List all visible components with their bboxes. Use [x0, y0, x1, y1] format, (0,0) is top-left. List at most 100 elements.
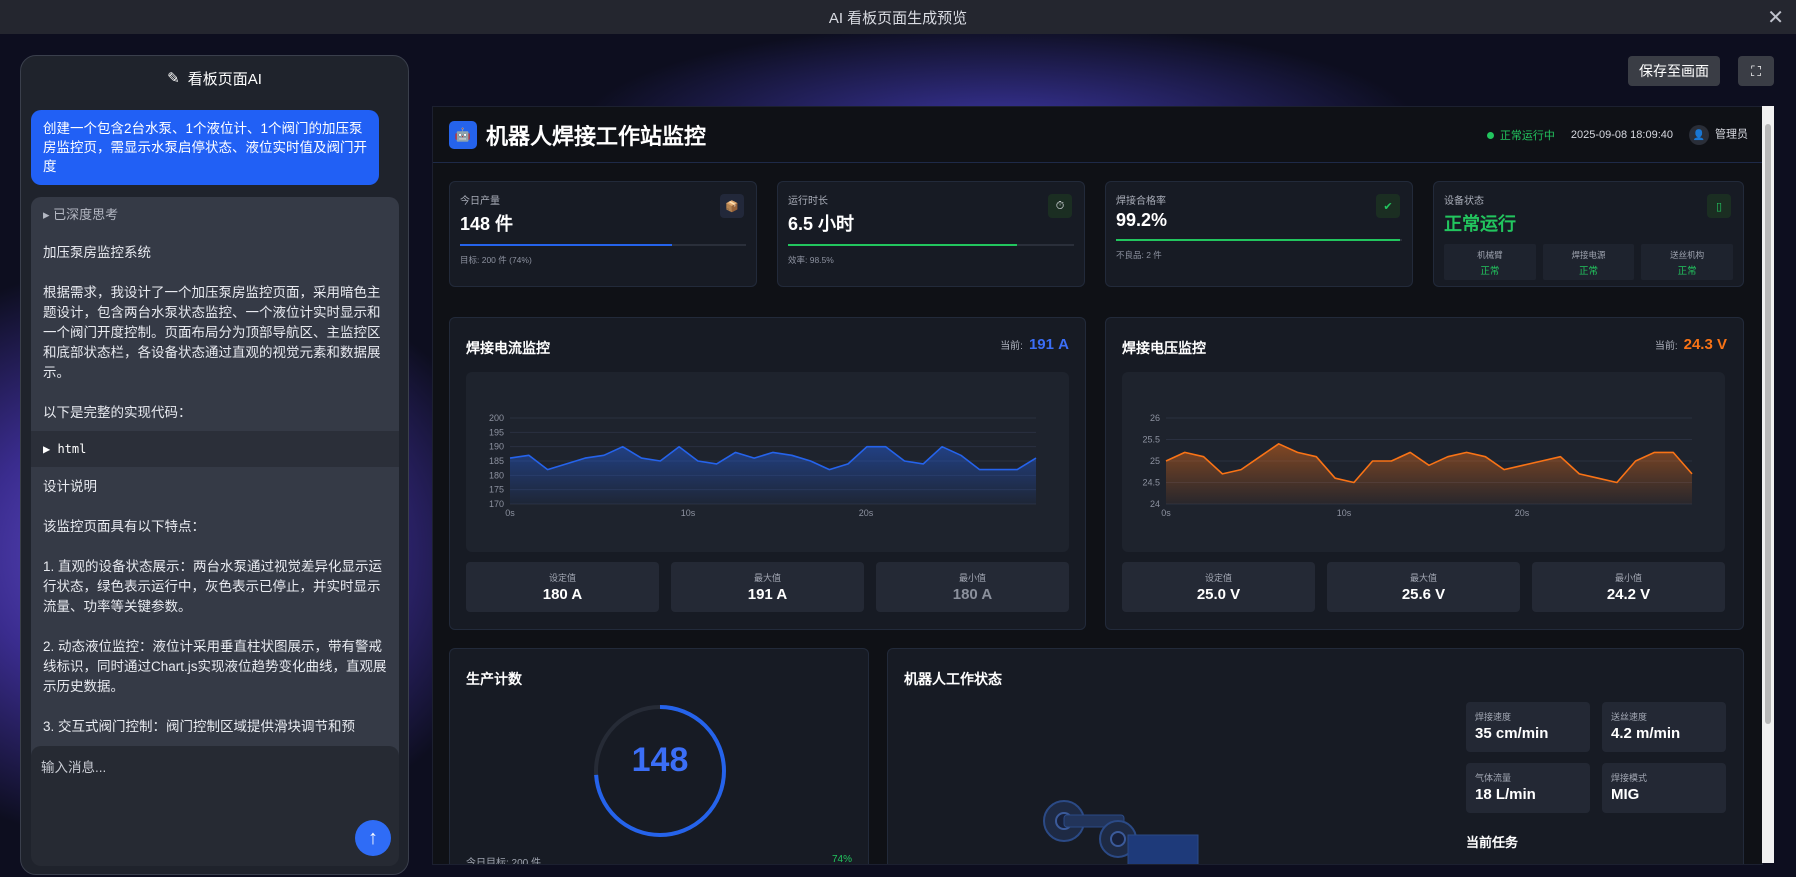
fullscreen-button[interactable]: ⛶ — [1738, 56, 1774, 86]
panel-title: 生产计数 — [466, 671, 522, 687]
user-message: 创建一个包含2台水泵、1个液位计、1个阀门的加压泵房监控页，需显示水泵启停状态、… — [31, 110, 379, 185]
kpi-value: 99.2% — [1116, 210, 1168, 230]
code-block-toggle[interactable]: ▶ html — [31, 431, 399, 467]
voltage-reading: 当前: 24.3 V — [1654, 336, 1727, 353]
message-placeholder: 输入消息... — [41, 760, 107, 775]
kpi-sub: 目标: 200 件 (74%) — [460, 255, 532, 265]
kpi-progress — [788, 244, 1074, 246]
user-menu[interactable]: 👤 管理员 — [1689, 125, 1748, 145]
production-count-value: 148 — [631, 741, 689, 779]
series-area — [510, 446, 1036, 504]
y-tick-label: 170 — [489, 499, 504, 509]
welding-current-panel: 焊接电流监控 当前: 191 A 170 175 180 185 190 195 200 0s 1… — [449, 317, 1086, 630]
panel-title: 焊接电流监控 — [466, 340, 550, 356]
arrow-up-icon: ↑ — [368, 826, 378, 849]
device-item: 焊接电源 正常 — [1542, 244, 1635, 280]
status-dot-icon — [1486, 132, 1494, 139]
current-reading: 当前: 191 A — [1000, 336, 1069, 353]
stat-setpoint: 设定值 25.0 V — [1122, 562, 1315, 612]
kpi-value: 6.5 小时 — [788, 214, 855, 234]
kpi-sub: 效率: 98.5% — [788, 255, 834, 265]
stat-min: 最小值 24.2 V — [1532, 562, 1725, 612]
stat-max: 最大值 191 A — [671, 562, 864, 612]
y-tick-label: 180 — [489, 470, 504, 480]
ai-chat-panel: ✎ 看板页面AI 创建一个包含2台水泵、1个液位计、1个阀门的加压泵房监控页，需… — [20, 55, 409, 875]
y-tick-label: 200 — [489, 413, 504, 423]
message-input[interactable]: 输入消息... ↑ — [31, 746, 399, 866]
dashboard-preview: 🤖 机器人焊接工作站监控 正常运行中 2025-09-08 18:09:40 👤… — [432, 106, 1763, 865]
production-count-panel: 生产计数 148 今日目标: 200 件 74% — [449, 648, 869, 865]
kpi-label: 焊接合格率 — [1116, 196, 1166, 207]
window-title: AI 看板页面生成预览 — [828, 9, 968, 27]
param-wire-speed: 送丝速度 4.2 m/min — [1602, 702, 1726, 752]
kpi-progress — [460, 244, 746, 246]
x-tick-label: 20s — [859, 508, 874, 518]
save-to-screen-button[interactable]: 保存至画面 — [1628, 56, 1720, 86]
user-icon: 👤 — [1689, 125, 1709, 145]
x-tick-label: 10s — [1337, 508, 1352, 518]
dashboard-title: 机器人焊接工作站监控 — [486, 123, 707, 149]
voltage-chart: 24 24.5 25 25.5 26 0s 10s 20s — [1122, 372, 1725, 552]
ai-paragraph: 以下是完整的实现代码： — [43, 405, 192, 420]
voltage-line-chart: 24 24.5 25 25.5 26 0s 10s 20s — [1142, 413, 1693, 518]
production-target: 今日目标: 200 件 — [466, 858, 542, 865]
y-tick-label: 24 — [1150, 499, 1160, 509]
device-item: 送丝机构 正常 — [1641, 244, 1734, 280]
y-tick-label: 195 — [489, 427, 504, 437]
panel-title: 机器人工作状态 — [904, 671, 1002, 687]
ai-paragraph: 设计说明 — [43, 479, 97, 494]
robot-status-panel: 机器人工作状态 焊接速度 35 cm/min 送丝速度 4.2 m/min 气体流量… — [887, 648, 1744, 864]
kpi-card-runtime: 运行时长 6.5 小时 效率: 98.5% ⏱ — [777, 181, 1085, 287]
ai-message: ▸ 已深度思考 加压泵房监控系统 根据需求，我设计了一个加压泵房监控页面，采用暗… — [31, 197, 399, 802]
device-item: 机械臂 正常 — [1444, 244, 1536, 280]
box-icon: 📦 — [720, 194, 744, 218]
y-tick-label: 25 — [1150, 456, 1160, 466]
panel-title: 焊接电压监控 — [1122, 340, 1206, 356]
welding-voltage-panel: 焊接电压监控 当前: 24.3 V 24 24.5 25 25.5 26 0s 10s 20s … — [1105, 317, 1744, 630]
ai-paragraph: 2. 动态液位监控：液位计采用垂直柱状图展示，带有警戒线标识，同时通过Chart… — [43, 639, 387, 694]
kpi-progress — [1116, 239, 1402, 241]
current-line-chart: 170 175 180 185 190 195 200 0s 10s 20s — [489, 413, 1037, 518]
kpi-label: 今日产量 — [460, 196, 500, 207]
fullscreen-icon: ⛶ — [1751, 62, 1761, 79]
chat-header: ✎ 看板页面AI — [21, 56, 408, 100]
timer-icon: ⏱ — [1048, 194, 1072, 218]
stat-min: 最小值 180 A — [876, 562, 1069, 612]
x-tick-label: 0s — [1161, 508, 1171, 518]
ai-paragraph: 加压泵房监控系统 — [43, 245, 151, 260]
dashboard-scrollbar[interactable] — [1762, 106, 1774, 863]
stat-setpoint: 设定值 180 A — [466, 562, 659, 612]
dashboard-header: 🤖 机器人焊接工作站监控 正常运行中 2025-09-08 18:09:40 👤… — [433, 107, 1762, 163]
ai-paragraph: 根据需求，我设计了一个加压泵房监控页面，采用暗色主题设计，包含两台水泵状态监控、… — [43, 285, 381, 380]
kpi-label: 运行时长 — [788, 196, 828, 207]
check-icon: ✔ — [1376, 194, 1400, 218]
y-tick-label: 25.5 — [1142, 435, 1160, 445]
stat-max: 最大值 25.6 V — [1327, 562, 1520, 612]
ai-paragraph: 该监控页面具有以下特点： — [43, 519, 205, 534]
param-weld-speed: 焊接速度 35 cm/min — [1466, 702, 1590, 752]
datetime: 2025-09-08 18:09:40 — [1570, 129, 1673, 141]
current-chart: 170 175 180 185 190 195 200 0s 10s 20s — [466, 372, 1069, 552]
chat-title: 看板页面AI — [187, 70, 262, 88]
y-tick-label: 175 — [489, 485, 504, 495]
y-tick-label: 185 — [489, 456, 504, 466]
status-indicator: 正常运行中 — [1486, 127, 1555, 143]
deep-think-toggle[interactable]: ▸ 已深度思考 — [31, 197, 399, 233]
device-status-value: 正常运行 — [1444, 214, 1516, 234]
magic-wand-icon: ✎ — [167, 70, 180, 87]
send-button[interactable]: ↑ — [355, 820, 391, 856]
x-tick-label: 20s — [1515, 508, 1530, 518]
y-tick-label: 190 — [489, 442, 504, 452]
y-tick-label: 24.5 — [1142, 478, 1160, 488]
kpi-card-quality: 焊接合格率 99.2% 不良品: 2 件 ✔ — [1105, 181, 1413, 287]
current-task-label: 当前任务 — [1466, 835, 1519, 850]
close-icon[interactable]: ✕ — [1767, 5, 1784, 30]
ai-paragraph: 3. 交互式阀门控制：阀门控制区域提供滑块调节和预 — [43, 719, 356, 734]
param-gas-flow: 气体流量 18 L/min — [1466, 763, 1590, 813]
series-area — [1166, 443, 1692, 504]
window-titlebar: AI 看板页面生成预览 ✕ — [0, 0, 1796, 35]
kpi-card-device-status: 设备状态 正常运行 机械臂 正常 焊接电源 正常 送丝机构 正常 ▯ — [1433, 181, 1744, 287]
scrollbar-thumb[interactable] — [1765, 124, 1771, 724]
kpi-value: 148 件 — [460, 214, 514, 234]
y-tick-label: 26 — [1150, 413, 1160, 423]
